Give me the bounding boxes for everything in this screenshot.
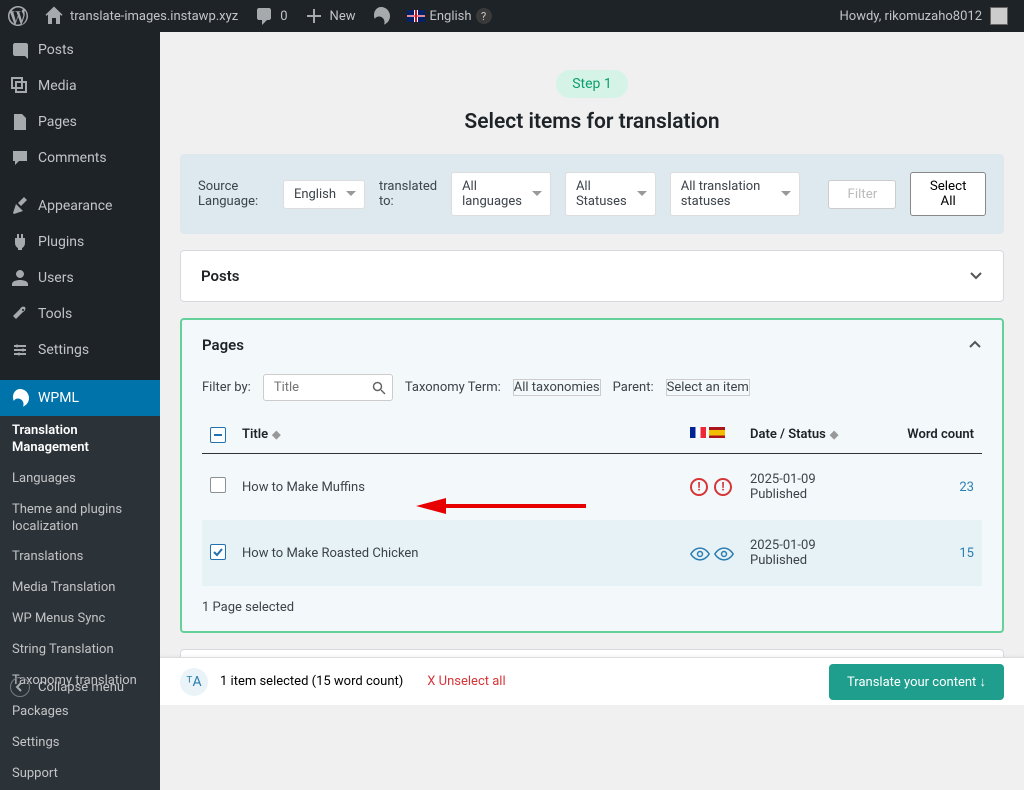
source-language-select[interactable]: English — [283, 180, 365, 209]
user-greeting[interactable]: Howdy, rikomuzaho8012 — [832, 0, 1017, 32]
pages-panel: Pages Filter by: Taxonomy Term: All taxo… — [180, 318, 1004, 633]
step-title: Select items for translation — [180, 110, 1004, 134]
needs-translation-icon[interactable] — [714, 478, 732, 496]
row-word-count: 23 — [882, 454, 982, 521]
submenu-translations[interactable]: Translations — [0, 542, 160, 573]
chevron-down-icon — [969, 269, 983, 283]
annotation-arrow — [416, 488, 586, 528]
column-date-status[interactable]: Date / Status◆ — [742, 415, 882, 454]
new-content-link[interactable]: New — [296, 0, 364, 32]
row-date: 2025-01-09 — [750, 538, 874, 553]
parent-select[interactable]: Select an item — [666, 379, 750, 396]
chevron-up-icon — [968, 338, 982, 352]
submenu-string-translation[interactable]: String Translation — [0, 635, 160, 666]
select-all-checkbox[interactable] — [210, 427, 226, 443]
sidebar-item-settings[interactable]: Settings — [0, 332, 160, 368]
filter-bar: Source Language: English translated to: … — [180, 154, 1004, 234]
wpml-admin-icon[interactable] — [363, 0, 399, 32]
sidebar-item-users[interactable]: Users — [0, 260, 160, 296]
source-language-label: Source Language: — [198, 179, 269, 209]
sidebar-item-tools[interactable]: Tools — [0, 296, 160, 332]
bottom-action-bar: ᵀA 1 item selected (15 word count) X Uns… — [160, 657, 1024, 705]
language-switcher[interactable]: English ? — [399, 0, 499, 32]
translated-icon[interactable] — [714, 544, 732, 562]
sidebar-item-pages[interactable]: Pages — [0, 104, 160, 140]
submenu-media-translation[interactable]: Media Translation — [0, 573, 160, 604]
pages-panel-toggle[interactable]: Pages — [182, 320, 1002, 370]
comments-link[interactable]: 0 — [246, 0, 295, 32]
row-word-count: 15 — [882, 520, 982, 586]
collapse-menu-button[interactable]: Collapse menu — [0, 668, 160, 705]
wp-logo[interactable] — [0, 0, 36, 32]
row-date: 2025-01-09 — [750, 472, 874, 487]
taxonomy-term-label: Taxonomy Term: — [405, 380, 501, 395]
translate-content-button[interactable]: Translate your content ↓ — [829, 664, 1004, 700]
sidebar-item-comments[interactable]: Comments — [0, 140, 160, 176]
selected-count-text: 1 Page selected — [182, 600, 1002, 631]
pages-table: Title◆ Date / Status◆ Word count How to … — [202, 415, 982, 586]
taxonomy-select[interactable]: All taxonomies — [513, 379, 601, 396]
table-row: How to Make Roasted Chicken 2025-01-09Pu… — [202, 520, 982, 586]
row-title[interactable]: How to Make Roasted Chicken — [234, 520, 682, 586]
step-badge: Step 1 — [556, 70, 628, 98]
target-languages-select[interactable]: All languages — [451, 172, 551, 216]
posts-panel-toggle[interactable]: Posts — [181, 251, 1003, 301]
new-label: New — [330, 9, 356, 24]
needs-translation-icon[interactable] — [690, 478, 708, 496]
main-content: Step 1 Select items for translation Sour… — [160, 32, 1024, 705]
collapse-icon — [10, 677, 30, 697]
language-label: English — [429, 9, 471, 24]
submenu-theme-plugins-localization[interactable]: Theme and plugins localization — [0, 495, 160, 543]
help-icon: ? — [476, 8, 492, 24]
translate-icon: ᵀA — [180, 668, 208, 696]
unselect-all-link[interactable]: X Unselect all — [427, 674, 505, 689]
submenu-settings[interactable]: Settings — [0, 728, 160, 759]
sort-icon: ◆ — [830, 428, 838, 441]
title-search-input[interactable] — [263, 374, 393, 401]
filter-by-label: Filter by: — [202, 380, 251, 395]
select-all-button[interactable]: Select All — [910, 172, 986, 216]
sidebar-item-wpml[interactable]: WPML — [0, 380, 160, 416]
filter-button[interactable]: Filter — [828, 180, 896, 209]
submenu-translation-management[interactable]: Translation Management — [0, 416, 160, 464]
site-home-link[interactable]: translate-images.instawp.xyz — [36, 0, 246, 32]
uk-flag-icon — [407, 10, 425, 22]
parent-label: Parent: — [613, 380, 654, 395]
column-flags — [682, 415, 742, 454]
es-flag-icon — [709, 427, 725, 438]
translated-to-label: translated to: — [379, 179, 437, 209]
row-status: Published — [750, 487, 874, 502]
column-title[interactable]: Title◆ — [234, 415, 682, 454]
row-checkbox[interactable] — [210, 477, 226, 493]
table-row: How to Make Muffins 2025-01-09Published … — [202, 454, 982, 521]
fr-flag-icon — [690, 427, 706, 438]
submenu-wp-menus-sync[interactable]: WP Menus Sync — [0, 604, 160, 635]
sidebar-item-media[interactable]: Media — [0, 68, 160, 104]
comments-count: 0 — [280, 9, 287, 24]
translated-icon[interactable] — [690, 544, 708, 562]
avatar — [990, 7, 1008, 25]
submenu-languages[interactable]: Languages — [0, 464, 160, 495]
admin-toolbar: translate-images.instawp.xyz 0 New Engli… — [0, 0, 1024, 32]
items-selected-text: 1 item selected (15 word count) — [220, 674, 403, 689]
wpml-submenu: Translation Management Languages Theme a… — [0, 416, 160, 790]
column-word-count: Word count — [882, 415, 982, 454]
admin-sidebar: Posts Media Pages Comments Appearance Pl… — [0, 32, 160, 705]
posts-panel: Posts — [180, 250, 1004, 302]
sort-icon: ◆ — [272, 428, 280, 441]
row-checkbox[interactable] — [210, 544, 226, 560]
sidebar-item-plugins[interactable]: Plugins — [0, 224, 160, 260]
submenu-support[interactable]: Support — [0, 759, 160, 790]
row-status: Published — [750, 553, 874, 568]
site-name: translate-images.instawp.xyz — [70, 9, 238, 24]
sidebar-item-posts[interactable]: Posts — [0, 32, 160, 68]
translation-statuses-select[interactable]: All translation statuses — [670, 172, 801, 216]
search-icon — [372, 381, 386, 395]
sidebar-item-appearance[interactable]: Appearance — [0, 188, 160, 224]
statuses-select[interactable]: All Statuses — [565, 172, 656, 216]
